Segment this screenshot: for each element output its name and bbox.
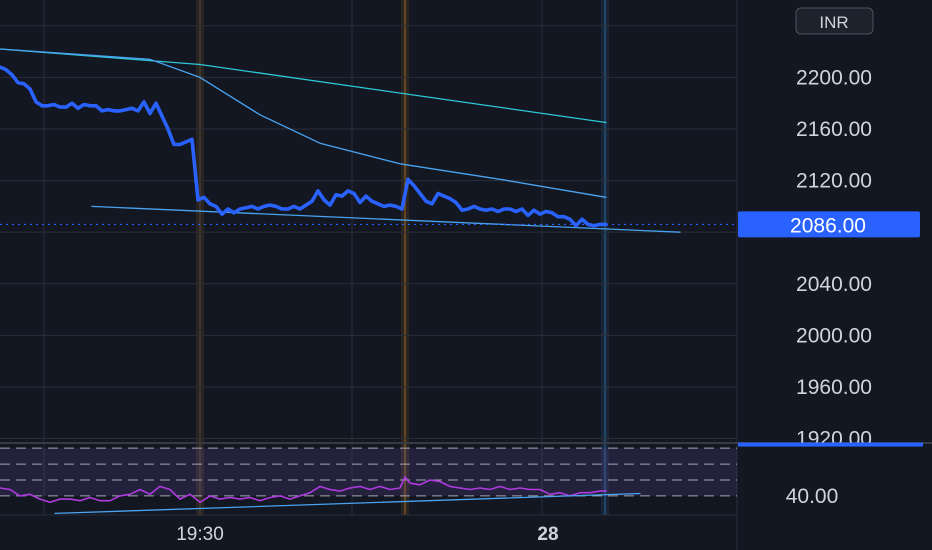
x-tick-label-0: 19:30 (176, 524, 224, 545)
price-labels: 2086.00 (738, 211, 920, 238)
oscillator-y-tick-label-0: 40.00 (786, 485, 839, 508)
y-tick-label-7: 2200.00 (796, 66, 872, 89)
currency-button[interactable]: INR (819, 13, 848, 32)
chart-canvas[interactable]: 1920.00 1960.00 2000.00 2040.00 2120.00 2160.… (0, 0, 932, 550)
y-tick-label-1: 1960.00 (796, 376, 872, 399)
y-tick-label-5: 2120.00 (796, 170, 872, 193)
y-tick-label-3: 2040.00 (796, 273, 872, 296)
x-tick-label-1: 28 (537, 524, 558, 545)
y-tick-label-0: 1920.00 (796, 428, 872, 451)
chart-root: 1920.00 1960.00 2000.00 2040.00 2120.00 2160.… (0, 0, 932, 550)
scale-marker (738, 442, 923, 447)
last-price-badge-label: 2086.00 (790, 214, 866, 237)
y-tick-label-6: 2160.00 (796, 118, 872, 141)
y-tick-label-2: 2000.00 (796, 324, 872, 347)
